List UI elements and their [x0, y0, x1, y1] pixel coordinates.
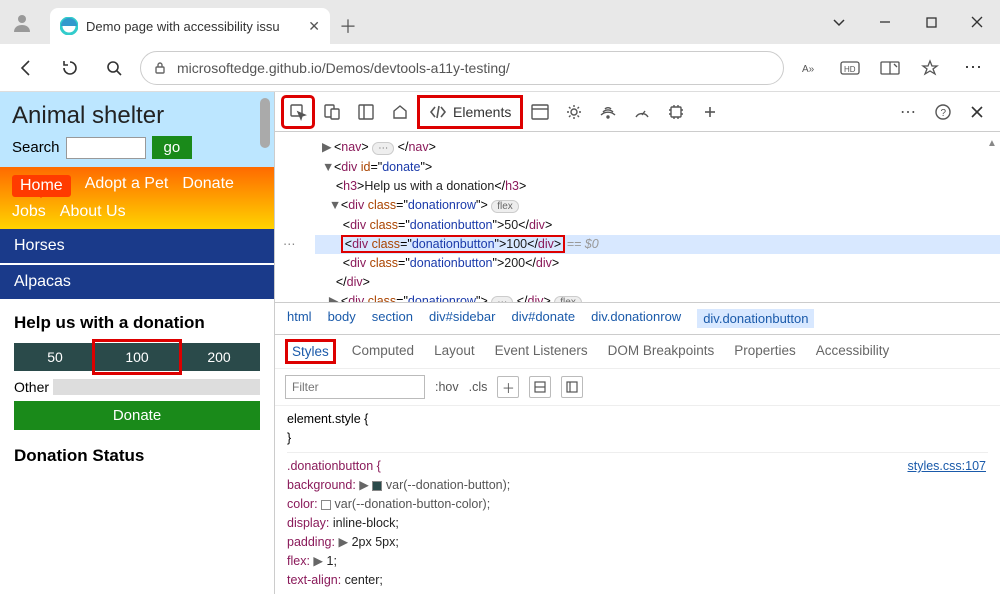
main-nav: Home Adopt a Pet Donate Jobs About Us [0, 167, 274, 229]
browser-tab[interactable]: Demo page with accessibility issu ✕ [50, 8, 330, 44]
source-link[interactable]: styles.css:107 [907, 457, 986, 476]
flex-editor-icon[interactable] [529, 376, 551, 398]
help-icon[interactable]: ? [928, 97, 958, 127]
maximize-button[interactable] [908, 0, 954, 44]
other-input[interactable] [53, 379, 260, 395]
profile-icon[interactable] [0, 0, 44, 44]
more-tabs-icon[interactable] [695, 97, 725, 127]
minimize-button[interactable] [862, 0, 908, 44]
search-input[interactable] [66, 137, 146, 159]
nav-adopt[interactable]: Adopt a Pet [85, 175, 169, 197]
tab-layout[interactable]: Layout [434, 343, 475, 360]
styles-filter-row: :hov .cls ＋ [275, 369, 1000, 406]
more-icon[interactable]: ⋯ [956, 50, 992, 86]
nav-donate[interactable]: Donate [182, 175, 234, 197]
other-label: Other [14, 379, 49, 395]
tab-close-icon[interactable]: ✕ [308, 18, 320, 35]
hd-icon[interactable]: HD [832, 50, 868, 86]
cls-toggle[interactable]: .cls [469, 380, 488, 394]
search-label: Search [12, 139, 60, 156]
new-tab-button[interactable]: ＋ [330, 8, 366, 44]
svg-text:HD: HD [844, 65, 856, 74]
page-scrollbar[interactable] [260, 94, 272, 594]
nav-jobs[interactable]: Jobs [12, 203, 46, 221]
dom-breadcrumb[interactable]: html body section div#sidebar div#donate… [275, 302, 1000, 335]
titlebar: Demo page with accessibility issu ✕ ＋ [0, 0, 1000, 44]
elements-tab[interactable]: Elements [419, 97, 521, 127]
styles-filter-input[interactable] [285, 375, 425, 399]
tab-dom-breakpoints[interactable]: DOM Breakpoints [608, 343, 715, 360]
device-toggle-icon[interactable] [317, 97, 347, 127]
tab-title: Demo page with accessibility issu [86, 19, 300, 34]
devtools-toolbar: Elements ⋯ ? [275, 92, 1000, 132]
inspect-element-icon[interactable] [283, 97, 313, 127]
address-bar: microsoftedge.github.io/Demos/devtools-a… [0, 44, 1000, 92]
hov-toggle[interactable]: :hov [435, 380, 459, 394]
svg-text:?: ? [941, 108, 947, 119]
page-title: Animal shelter [12, 102, 262, 130]
page-viewport: Animal shelter Search go Home Adopt a Pe… [0, 92, 275, 594]
tab-event-listeners[interactable]: Event Listeners [495, 343, 588, 360]
back-button[interactable] [8, 50, 44, 86]
sources-icon[interactable] [559, 97, 589, 127]
welcome-icon[interactable] [385, 97, 415, 127]
reader-icon[interactable] [872, 50, 908, 86]
nav-about[interactable]: About Us [60, 203, 126, 221]
network-icon[interactable] [593, 97, 623, 127]
edge-favicon [60, 17, 78, 35]
refresh-button[interactable] [52, 50, 88, 86]
donation-button-200[interactable]: 200 [178, 343, 260, 371]
memory-icon[interactable] [661, 97, 691, 127]
donate-button[interactable]: Donate [14, 401, 260, 430]
performance-icon[interactable] [627, 97, 657, 127]
dom-tree[interactable]: ▶<nav> ⋯ </nav> ▼<div id="donate"> <h3>H… [275, 132, 1000, 302]
go-button[interactable]: go [152, 136, 193, 159]
url-text: microsoftedge.github.io/Demos/devtools-a… [177, 60, 510, 76]
lock-icon [153, 61, 167, 75]
devtools-close-icon[interactable] [962, 97, 992, 127]
category-item[interactable]: Horses [0, 229, 274, 265]
search-button[interactable] [96, 50, 132, 86]
donation-row: 50 100 200 [14, 343, 260, 371]
category-item[interactable]: Alpacas [0, 265, 274, 301]
tab-accessibility[interactable]: Accessibility [816, 343, 890, 360]
tab-properties[interactable]: Properties [734, 343, 796, 360]
devtools-more-icon[interactable]: ⋯ [894, 97, 924, 127]
favorite-icon[interactable] [912, 50, 948, 86]
donation-button-50[interactable]: 50 [14, 343, 96, 371]
donation-button-100[interactable]: 100 [96, 343, 178, 371]
tab-styles[interactable]: Styles [289, 343, 332, 360]
devtools-panel: Elements ⋯ ? ▲ ▶<nav> ⋯ </nav> ▼<div id=… [275, 92, 1000, 594]
read-aloud-icon[interactable]: A» [792, 50, 828, 86]
console-icon[interactable] [525, 97, 555, 127]
styles-tabs: Styles Computed Layout Event Listeners D… [275, 335, 1000, 369]
dock-icon[interactable] [351, 97, 381, 127]
donation-heading: Help us with a donation [14, 313, 260, 333]
tab-computed[interactable]: Computed [352, 343, 414, 360]
chevron-down-icon[interactable] [816, 0, 862, 44]
status-heading: Donation Status [0, 442, 274, 466]
close-button[interactable] [954, 0, 1000, 44]
url-field[interactable]: microsoftedge.github.io/Demos/devtools-a… [140, 51, 784, 85]
svg-text:A»: A» [802, 64, 815, 75]
toggle-computed-icon[interactable] [561, 376, 583, 398]
nav-home[interactable]: Home [12, 175, 71, 197]
new-style-rule-icon[interactable]: ＋ [497, 376, 519, 398]
styles-pane[interactable]: element.style { } styles.css:107 .donati… [275, 406, 1000, 594]
